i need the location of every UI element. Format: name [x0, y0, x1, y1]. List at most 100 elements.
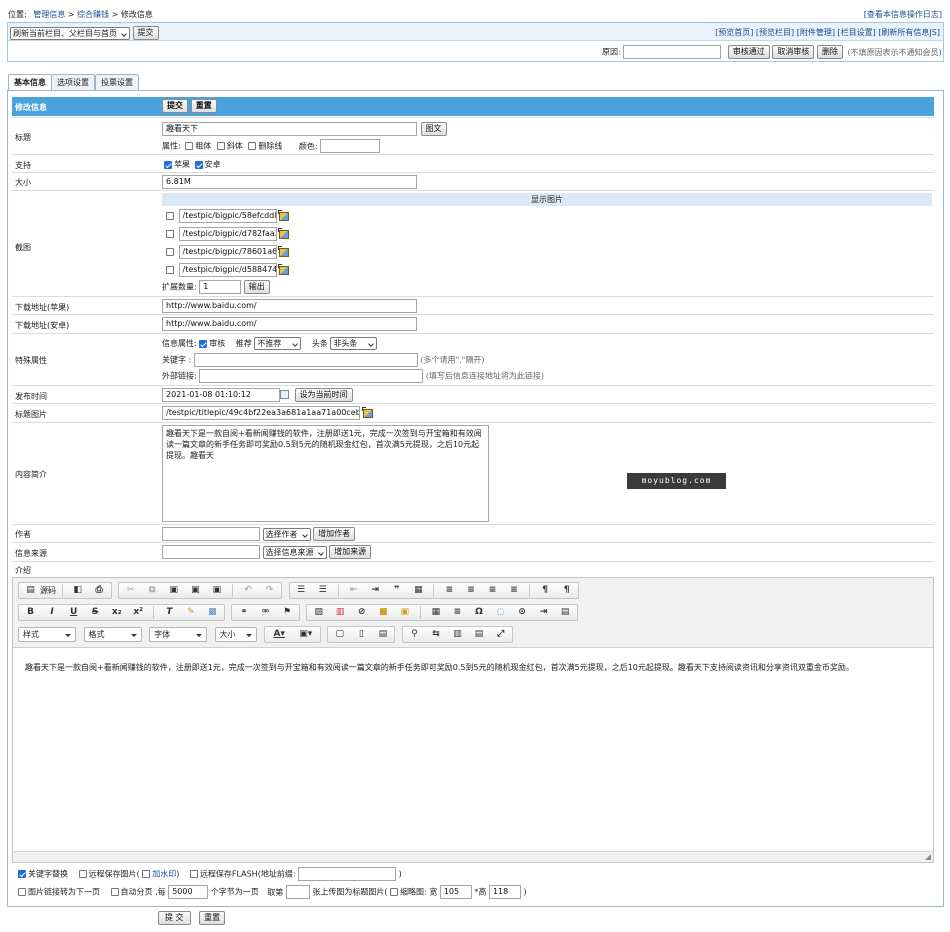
- superscript-icon[interactable]: x²: [132, 606, 145, 619]
- editor-content[interactable]: 趣看天下是一款自阅+看新闻赚钱的软件，注册即送1元，完成一次签到与开宝箱和有效阅…: [25, 662, 925, 673]
- tab-basic-info[interactable]: 基本信息: [8, 74, 52, 91]
- recommend-select[interactable]: 不推荐: [254, 337, 302, 350]
- outdent-icon[interactable]: ⇤: [347, 584, 360, 597]
- auto-page-checkbox[interactable]: [110, 888, 119, 896]
- media-icon[interactable]: ⊘: [355, 606, 368, 619]
- bg-color-icon[interactable]: ▣▾: [297, 628, 315, 641]
- screenshot-path-2[interactable]: /testpic/bigpic/d782faa335: [178, 227, 277, 241]
- image-picker-icon[interactable]: [278, 227, 290, 239]
- copy-icon[interactable]: ⧉: [146, 584, 159, 597]
- attachment-manage-link[interactable]: [附件管理]: [797, 28, 835, 37]
- download-apple-input[interactable]: http://www.baidu.com/: [162, 299, 417, 313]
- italic-checkbox[interactable]: [216, 142, 225, 150]
- align-justify-icon[interactable]: ≡: [508, 584, 521, 597]
- page-break-icon[interactable]: ⊙: [516, 606, 529, 619]
- title-color-input[interactable]: [320, 139, 381, 153]
- title-pic-button[interactable]: 图文: [420, 122, 447, 136]
- div-container-icon[interactable]: ▦: [412, 584, 425, 597]
- search-icon[interactable]: ⚲: [408, 628, 421, 641]
- size-input[interactable]: 6.81M: [162, 175, 417, 189]
- maximize-icon[interactable]: ⤢: [494, 628, 507, 641]
- document-icon[interactable]: ▤: [376, 628, 389, 641]
- watermark-checkbox[interactable]: [142, 870, 151, 878]
- cut-icon[interactable]: ✂: [124, 584, 137, 597]
- image-picker-icon[interactable]: [361, 406, 373, 418]
- category-settings-link[interactable]: [栏目设置]: [838, 28, 876, 37]
- strike-checkbox[interactable]: [248, 142, 257, 150]
- page-bytes-input[interactable]: 5000: [168, 885, 209, 899]
- screenshot-path-4[interactable]: /testpic/bigpic/d5884742e6: [178, 263, 277, 277]
- breadcrumb-link-manage[interactable]: 管理信息: [33, 10, 65, 19]
- tab-vote[interactable]: 投票设置: [95, 74, 139, 90]
- strikethrough-icon[interactable]: S: [89, 606, 102, 619]
- special-char-icon[interactable]: Ω: [472, 606, 485, 619]
- paste-icon[interactable]: ▣: [167, 584, 180, 597]
- keyword-replace-checkbox[interactable]: [18, 870, 26, 878]
- screenshot-checkbox-3[interactable]: [166, 248, 174, 256]
- image-picker-icon[interactable]: [278, 245, 290, 257]
- header-reset-button[interactable]: 重置: [190, 99, 217, 113]
- preview-home-link[interactable]: [预览首页]: [715, 28, 753, 37]
- cancel-approve-button[interactable]: 取消审核: [772, 45, 815, 59]
- remote-flash-checkbox[interactable]: [189, 870, 198, 878]
- numbered-list-icon[interactable]: ☰: [295, 584, 308, 597]
- table-icon[interactable]: ▦: [429, 606, 442, 619]
- support-apple-checkbox[interactable]: [164, 160, 172, 169]
- indent-icon[interactable]: ⇥: [369, 584, 382, 597]
- expand-count-input[interactable]: 1: [199, 280, 242, 294]
- calendar-icon[interactable]: [280, 390, 289, 399]
- view-log-link[interactable]: [查看本信息操作日志]: [864, 9, 942, 20]
- breadcrumb-link-category[interactable]: 综合赚钱: [77, 10, 109, 19]
- flash-icon[interactable]: ▥: [334, 606, 347, 619]
- add-source-button[interactable]: 增加来源: [329, 545, 372, 559]
- delete-button[interactable]: 删除: [816, 45, 843, 59]
- screenshot-path-3[interactable]: /testpic/bigpic/78601a673b: [178, 245, 277, 259]
- reason-input[interactable]: [623, 45, 722, 59]
- template-icon[interactable]: ▤: [559, 606, 572, 619]
- review-checkbox[interactable]: [199, 339, 208, 348]
- unlink-icon[interactable]: ⚮: [259, 606, 272, 619]
- horizontal-rule-icon[interactable]: ≡: [451, 606, 464, 619]
- bold-checkbox[interactable]: [185, 142, 194, 150]
- author-select[interactable]: 选择作者: [262, 527, 311, 541]
- headline-select[interactable]: 非头条: [330, 337, 378, 350]
- remove-format-icon[interactable]: T: [163, 606, 176, 619]
- paste-text-icon[interactable]: ▣: [189, 584, 202, 597]
- new-page-icon[interactable]: ▯: [355, 628, 368, 641]
- ltr-icon[interactable]: ¶: [539, 584, 552, 597]
- align-center-icon[interactable]: ≡: [464, 584, 477, 597]
- redo-icon[interactable]: ↷: [263, 584, 276, 597]
- font-select[interactable]: 字体: [149, 627, 208, 642]
- header-submit-button[interactable]: 提交: [162, 99, 188, 113]
- copy-format-icon[interactable]: ✎: [184, 606, 197, 619]
- anchor-icon[interactable]: ⚑: [281, 606, 294, 619]
- add-author-button[interactable]: 增加作者: [313, 527, 356, 541]
- bold-icon[interactable]: B: [24, 606, 37, 619]
- attachment-icon[interactable]: ■: [377, 606, 390, 619]
- title-pic-input[interactable]: /testpic/titlepic/49c4bf22ea3a681a1aa71a…: [162, 406, 360, 420]
- keyword-input[interactable]: [193, 353, 418, 367]
- show-blocks-icon[interactable]: ▤: [473, 628, 486, 641]
- set-now-button[interactable]: 设为当前时间: [294, 388, 353, 402]
- image-picker-icon[interactable]: [278, 263, 290, 275]
- flash-prefix-input[interactable]: [298, 867, 397, 881]
- title-input[interactable]: 趣看天下: [162, 122, 417, 136]
- iframe-icon[interactable]: ⇥: [537, 606, 550, 619]
- refresh-scope-select[interactable]: 刷新当前栏目、父栏目与首页: [10, 26, 130, 40]
- tab-options[interactable]: 选项设置: [51, 74, 95, 90]
- watermark-link[interactable]: 加水印: [152, 870, 176, 879]
- author-input[interactable]: [162, 527, 260, 541]
- replace-icon[interactable]: ⇆: [429, 628, 442, 641]
- paste-word-icon[interactable]: ▣: [210, 584, 223, 597]
- summary-textarea[interactable]: 趣看天下是一款自阅+看新闻赚钱的软件，注册即送1元，完成一次签到与开宝箱和有效阅…: [162, 425, 489, 522]
- blockquote-icon[interactable]: ❞: [390, 584, 403, 597]
- preview-category-link[interactable]: [预览栏目]: [756, 28, 794, 37]
- rtl-icon[interactable]: ¶: [560, 584, 573, 597]
- thumb-height-input[interactable]: 118: [488, 885, 521, 899]
- bottom-submit-button[interactable]: 提 交: [158, 911, 191, 925]
- source-select[interactable]: 选择信息来源: [262, 545, 327, 559]
- approve-button[interactable]: 审核通过: [727, 45, 770, 59]
- refresh-submit-button[interactable]: 提交: [132, 26, 159, 40]
- expand-output-button[interactable]: 输出: [243, 280, 270, 294]
- remote-image-checkbox[interactable]: [78, 870, 87, 878]
